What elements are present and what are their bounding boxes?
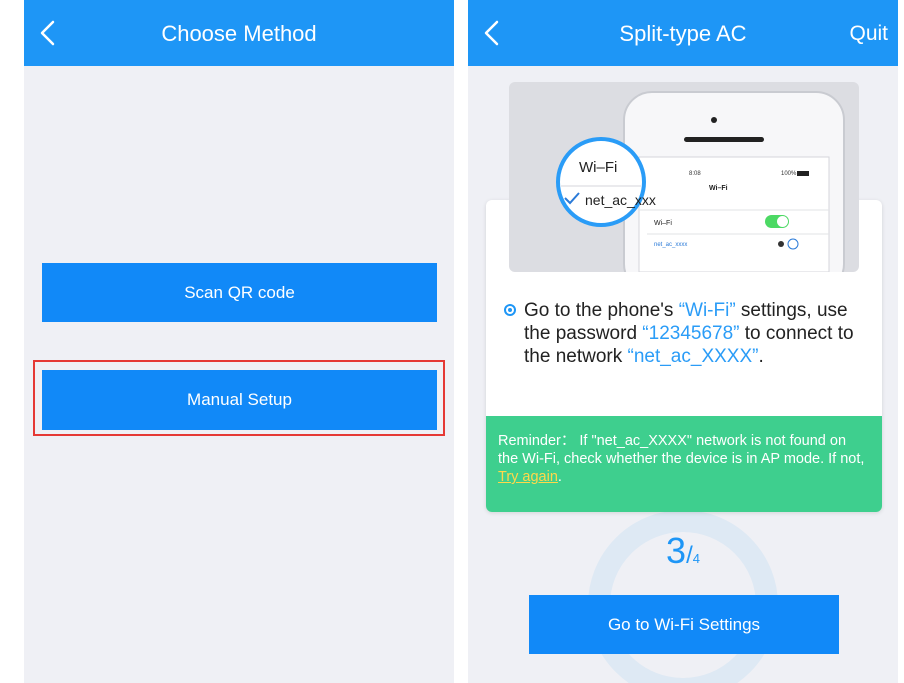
- phone-network-row: net_ac_xxxx: [654, 242, 687, 248]
- wifi-highlight: “Wi-Fi”: [678, 300, 736, 321]
- step-separator: /: [686, 542, 693, 569]
- quit-button[interactable]: Quit: [849, 0, 888, 66]
- reminder-banner: Reminder： If "net_ac_XXXX" network is no…: [486, 416, 882, 512]
- choose-method-screen: Choose Method Scan QR code Manual Setup: [24, 0, 454, 683]
- phone-illustration-graphic: 8:08 100% Wi–Fi Wi–Fi net_ac_xxxx Wi–Fi …: [556, 91, 845, 272]
- page-title: Choose Method: [161, 21, 317, 46]
- instruction-part: Go to the phone's: [524, 300, 679, 321]
- instruction-part: .: [758, 346, 764, 367]
- scan-qr-code-button[interactable]: Scan QR code: [42, 263, 437, 322]
- top-bar: Split-type AC Quit: [468, 0, 898, 66]
- phone-wifi-row: Wi–Fi: [654, 220, 672, 227]
- phone-header: Wi–Fi: [709, 185, 728, 192]
- popup-wifi-label: Wi–Fi: [579, 159, 617, 176]
- phone-time: 8:08: [689, 171, 701, 177]
- page-title: Split-type AC: [619, 21, 747, 46]
- radio-selected-icon: [504, 304, 516, 316]
- top-bar: Choose Method: [24, 0, 454, 66]
- phone-wifi-illustration: 8:08 100% Wi–Fi Wi–Fi net_ac_xxxx Wi–Fi …: [509, 82, 859, 272]
- password-highlight: “12345678”: [642, 323, 740, 344]
- step-indicator: 3/4: [468, 530, 898, 572]
- split-type-ac-screen: Split-type AC Quit Go to the phone's “Wi…: [468, 0, 898, 683]
- reminder-text: Reminder： If "net_ac_XXXX" network is no…: [498, 433, 865, 467]
- step-current: 3: [666, 530, 687, 571]
- step-total: 4: [692, 551, 700, 566]
- try-again-link[interactable]: Try again: [498, 469, 558, 485]
- phone-battery: 100%: [781, 171, 797, 177]
- instruction-text: Go to the phone's “Wi-Fi” settings, use …: [504, 299, 874, 368]
- reminder-end: .: [557, 469, 562, 485]
- go-to-wifi-settings-button[interactable]: Go to Wi-Fi Settings: [529, 595, 839, 654]
- network-highlight: “net_ac_XXXX”: [627, 346, 759, 367]
- manual-setup-button[interactable]: Manual Setup: [42, 370, 437, 430]
- popup-network: net_ac_xxx: [585, 192, 656, 208]
